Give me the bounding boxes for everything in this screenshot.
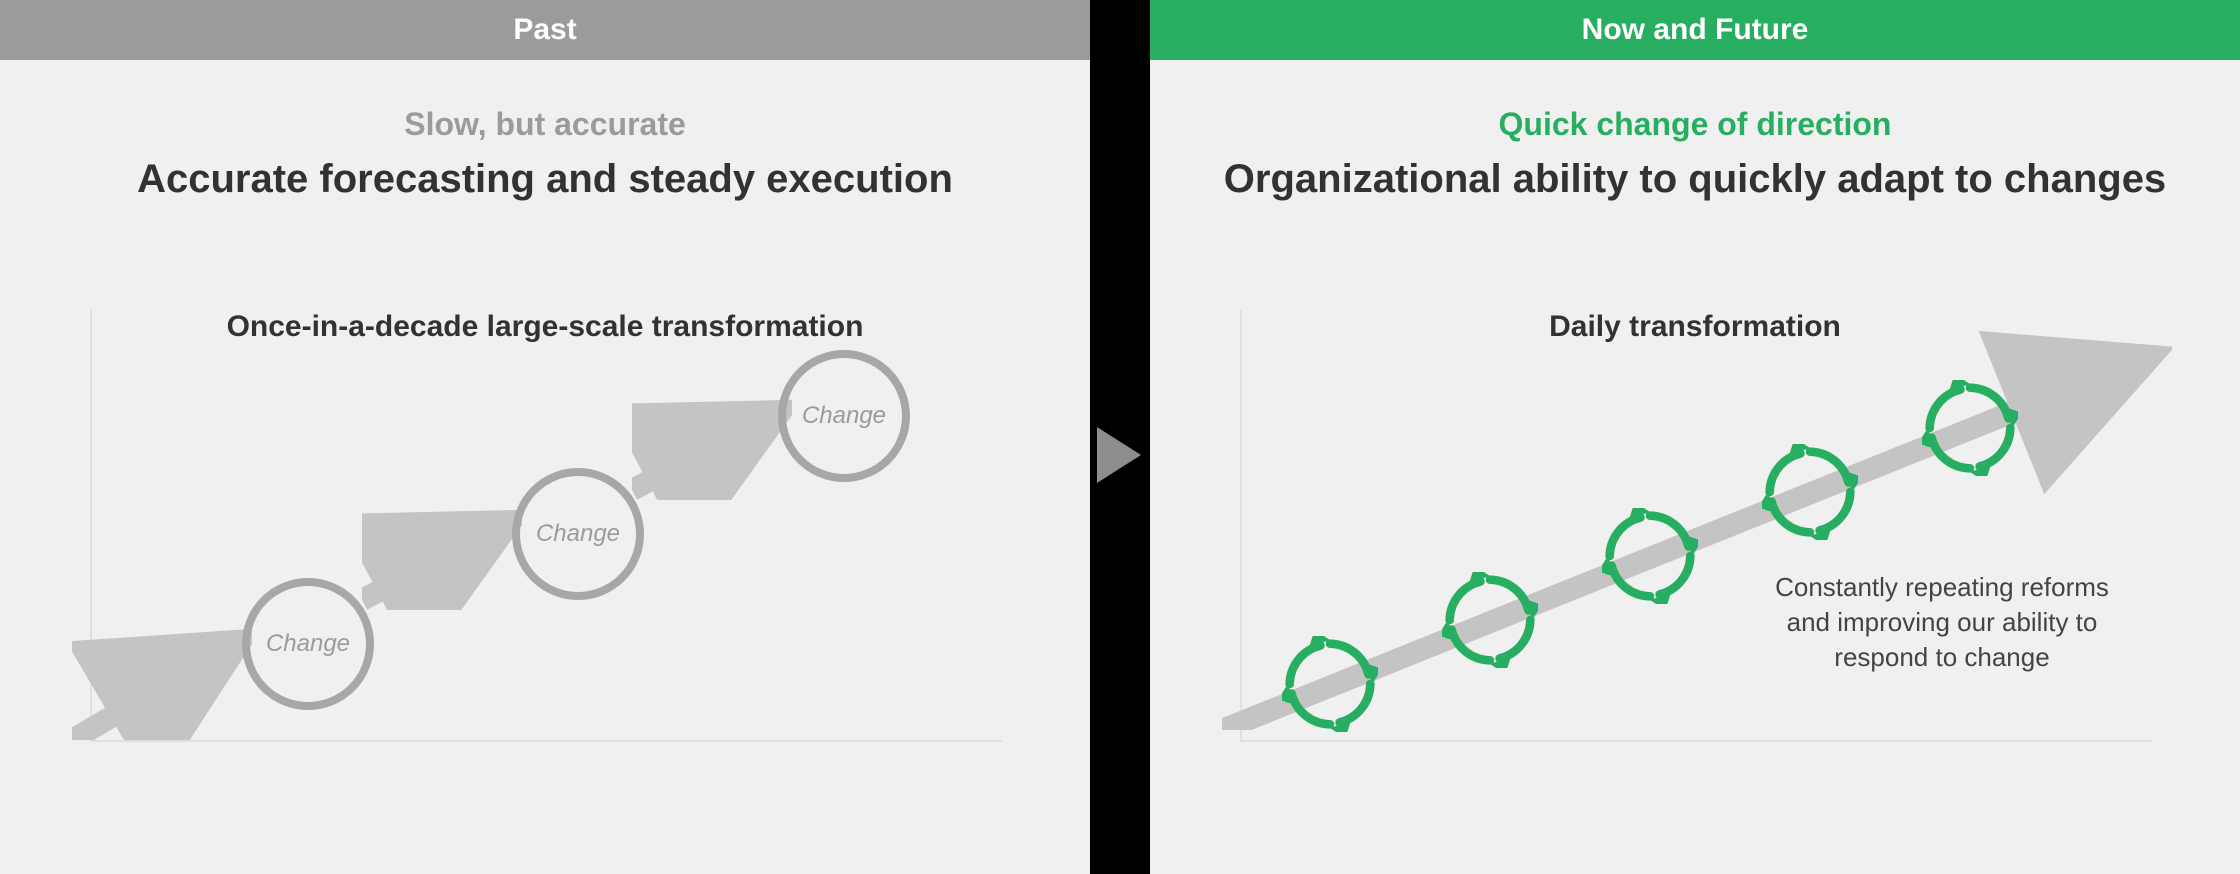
panel-now: Now and Future Quick change of direction… [1150, 0, 2240, 874]
chart-area-past: Change Change Change [90, 310, 1002, 742]
panel-past: Past Slow, but accurate Accurate forecas… [0, 0, 1090, 874]
tag-past: Slow, but accurate [0, 106, 1090, 143]
change-circle-icon: Change [778, 350, 910, 482]
change-label: Change [266, 630, 350, 658]
caption-now: Constantly repeating reforms and improvi… [1762, 570, 2122, 675]
cycle-icon [1762, 444, 1858, 540]
change-circle-icon: Change [512, 468, 644, 600]
arrow-icon [632, 390, 792, 500]
change-circle-icon: Change [242, 578, 374, 710]
cycle-icon [1442, 572, 1538, 668]
arrow-icon [72, 620, 252, 740]
arrow-play-icon [1097, 427, 1141, 483]
tag-now: Quick change of direction [1150, 106, 2240, 143]
cycle-icon [1282, 636, 1378, 732]
change-label: Change [802, 402, 886, 430]
title-now: Organizational ability to quickly adapt … [1150, 157, 2240, 202]
cycle-icon [1602, 508, 1698, 604]
change-label: Change [536, 520, 620, 548]
header-past: Past [0, 0, 1090, 60]
title-past: Accurate forecasting and steady executio… [0, 157, 1090, 202]
chart-area-now: Constantly repeating reforms and improvi… [1240, 310, 2152, 742]
header-now: Now and Future [1150, 0, 2240, 60]
cycle-icon [1922, 380, 2018, 476]
arrow-icon [362, 500, 522, 610]
